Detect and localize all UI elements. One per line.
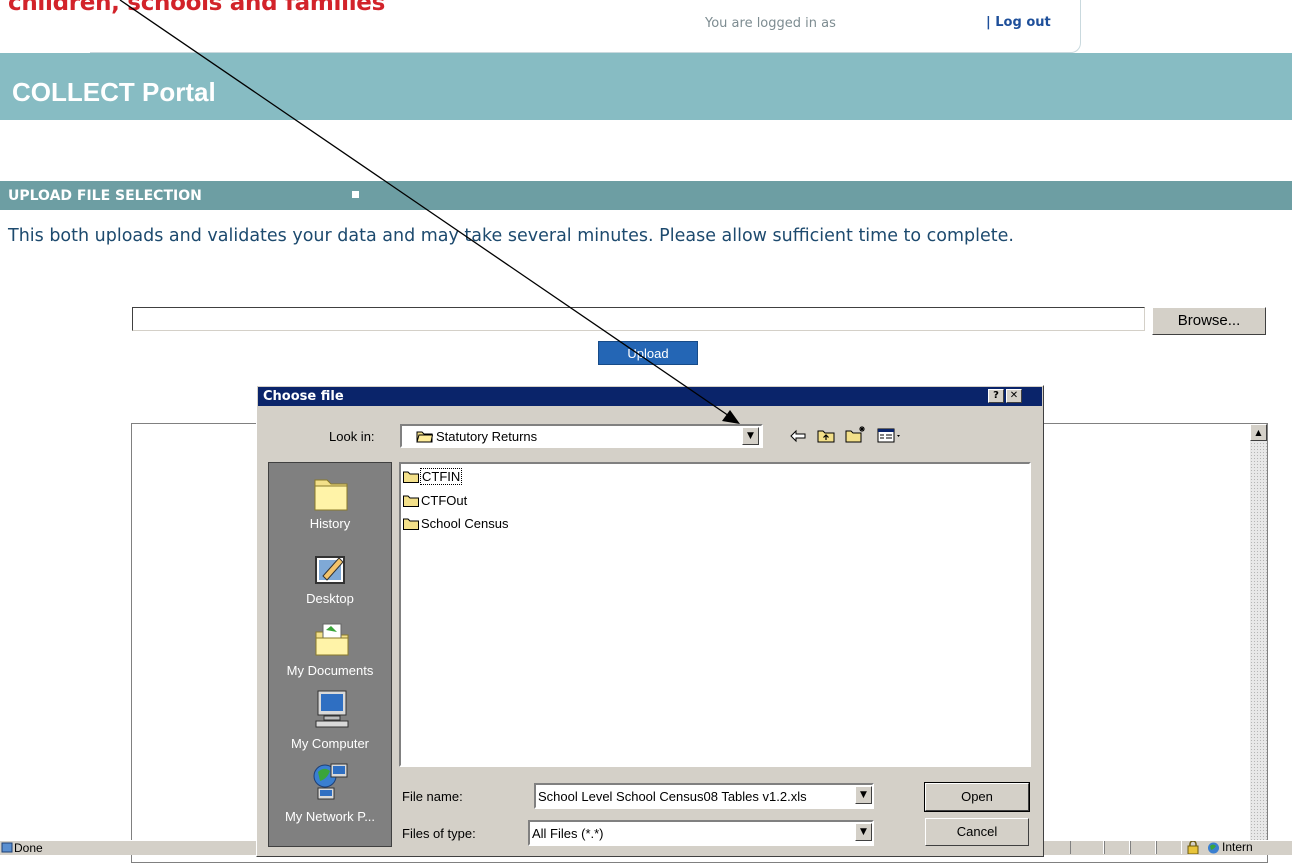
- logged-in-text: You are logged in as: [705, 16, 836, 31]
- logout-link[interactable]: | Log out: [986, 15, 1051, 30]
- open-button[interactable]: Open: [924, 782, 1030, 812]
- look-in-label: Look in:: [329, 429, 375, 444]
- help-button[interactable]: ?: [988, 389, 1004, 403]
- my-documents-icon[interactable]: [313, 620, 351, 658]
- desktop-icon[interactable]: [313, 552, 349, 588]
- section-marker-icon: [352, 191, 359, 198]
- files-of-type-value: All Files (*.*): [532, 826, 604, 841]
- scroll-up-arrow-icon[interactable]: ▲: [1250, 424, 1267, 441]
- page-title: COLLECT Portal: [12, 77, 216, 107]
- file-list[interactable]: [399, 462, 1031, 767]
- brand-logo-text: children, schools and families: [8, 0, 385, 16]
- files-of-type-dropdown-icon[interactable]: ▼: [855, 823, 872, 841]
- security-zone-text: Intern: [1222, 840, 1253, 854]
- file-item-ctfin[interactable]: CTFIN: [419, 468, 463, 485]
- up-folder-icon[interactable]: [817, 427, 835, 443]
- place-history[interactable]: History: [268, 516, 392, 531]
- dialog-title: Choose file: [263, 389, 344, 404]
- history-icon[interactable]: [313, 472, 349, 512]
- file-name-dropdown-icon[interactable]: ▼: [855, 786, 872, 804]
- folder-icon: [403, 495, 419, 507]
- status-cell: [1130, 841, 1156, 854]
- status-cell: [1156, 841, 1182, 854]
- page-done-icon: [1, 842, 13, 853]
- folder-icon: [403, 518, 419, 530]
- look-in-dropdown-icon[interactable]: ▼: [742, 427, 759, 445]
- file-item-school-census[interactable]: School Census: [421, 516, 508, 531]
- internet-zone-icon: [1208, 842, 1219, 854]
- network-icon[interactable]: [312, 762, 350, 802]
- lock-icon: [1187, 841, 1199, 854]
- file-name-label: File name:: [402, 789, 463, 804]
- status-cell: [1070, 841, 1104, 854]
- place-desktop[interactable]: Desktop: [268, 591, 392, 606]
- dialog-titlebar[interactable]: [258, 387, 1042, 406]
- back-arrow-icon[interactable]: [789, 429, 807, 443]
- place-my-documents[interactable]: My Documents: [268, 663, 392, 678]
- cancel-button[interactable]: Cancel: [925, 818, 1029, 846]
- instruction-text: This both uploads and validates your dat…: [8, 226, 1014, 246]
- my-computer-icon[interactable]: [314, 689, 350, 729]
- upload-button[interactable]: Upload: [598, 341, 698, 365]
- view-menu-icon[interactable]: [877, 428, 903, 444]
- status-cell: [1104, 841, 1130, 854]
- files-of-type-label: Files of type:: [402, 826, 476, 841]
- file-path-input[interactable]: [132, 307, 1145, 331]
- place-my-network[interactable]: My Network P...: [268, 809, 392, 824]
- results-scrollbar[interactable]: [1250, 424, 1267, 854]
- folder-icon: [416, 431, 433, 443]
- status-text: Done: [14, 841, 43, 855]
- close-icon[interactable]: ✕: [1006, 389, 1022, 403]
- look-in-value: Statutory Returns: [436, 429, 538, 444]
- browse-button[interactable]: Browse...: [1152, 307, 1266, 335]
- folder-icon: [403, 471, 419, 483]
- file-item-ctfout[interactable]: CTFOut: [421, 493, 467, 508]
- section-title: UPLOAD FILE SELECTION: [8, 188, 202, 204]
- file-name-value[interactable]: School Level School Census08 Tables v1.2…: [538, 789, 807, 804]
- place-my-computer[interactable]: My Computer: [268, 736, 392, 751]
- new-folder-icon[interactable]: [845, 425, 867, 443]
